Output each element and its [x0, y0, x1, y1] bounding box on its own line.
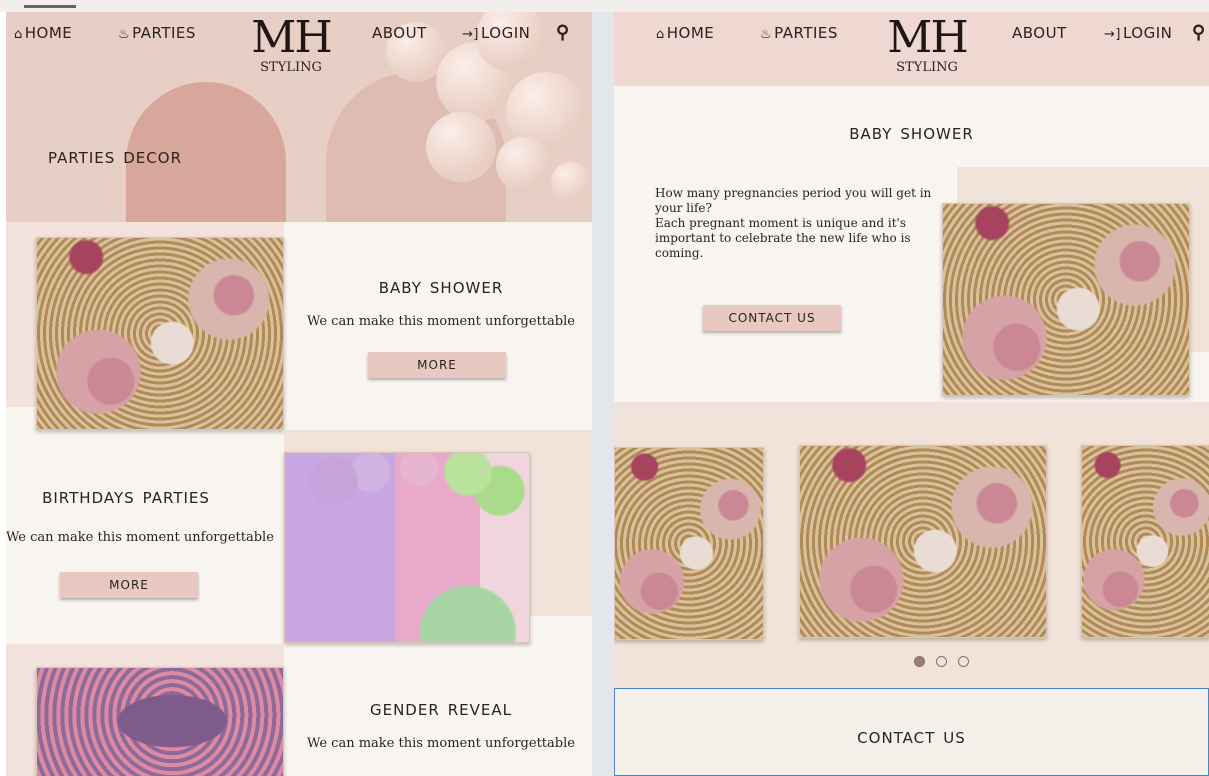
birthday-photo	[284, 452, 530, 643]
hero-title: PARTIES DECOR	[48, 144, 182, 169]
login-arrow-icon: →]	[462, 27, 479, 42]
gender-reveal-desc: We can make this moment unforgettable	[307, 736, 575, 751]
tab-indicator[interactable]	[24, 5, 76, 8]
left-page-view: PARTIES DECOR ⌂ HOME ♨ PARTIES MH STYLING …	[6, 12, 592, 776]
baby-shower-title: BABY SHOWER	[849, 120, 974, 145]
balloon	[426, 112, 496, 182]
gender-reveal-title: GENDER REVEAL	[369, 696, 513, 721]
cake-icon: ♨	[118, 27, 131, 42]
baby-shower-title: BABY SHOWER	[378, 274, 504, 299]
baby-shower-photo	[36, 237, 284, 430]
cake-icon: ♨	[760, 27, 773, 42]
carousel-slide[interactable]	[1081, 445, 1209, 638]
brand-logo[interactable]: MH STYLING	[236, 12, 346, 76]
search-icon[interactable]: ⚲	[1192, 22, 1205, 43]
logo-mark: MH	[251, 12, 332, 63]
house-icon: ⌂	[14, 27, 23, 42]
carousel-slide-active[interactable]	[799, 445, 1047, 638]
baby-shower-more-button[interactable]: MORE	[368, 352, 506, 378]
nav-home[interactable]: ⌂ HOME	[656, 24, 714, 42]
description-line: How many pregnancies period you will get…	[655, 186, 932, 215]
browser-top-strip	[0, 0, 1209, 12]
nav-about[interactable]: ABOUT	[1012, 24, 1067, 42]
right-page-view: ⌂ HOME ♨ PARTIES MH STYLING ABOUT →] LOGIN …	[614, 12, 1209, 776]
carousel-dot[interactable]	[936, 656, 947, 667]
carousel-slide[interactable]	[614, 447, 764, 640]
main-nav: ⌂ HOME ♨ PARTIES MH STYLING ABOUT →] LOGIN …	[614, 12, 1209, 84]
carousel-dot[interactable]	[958, 656, 969, 667]
panel-divider	[592, 12, 614, 776]
nav-parties[interactable]: ♨ PARTIES	[118, 24, 196, 42]
nav-login[interactable]: →] LOGIN	[1104, 24, 1172, 42]
birthdays-desc: We can make this moment unforgettable	[6, 530, 274, 545]
nav-about[interactable]: ABOUT	[372, 24, 427, 42]
nav-parties[interactable]: ♨ PARTIES	[760, 24, 838, 42]
baby-shower-desc: We can make this moment unforgettable	[307, 314, 575, 329]
gender-reveal-photo	[36, 667, 284, 776]
logo-mark: MH	[887, 12, 968, 63]
nav-login[interactable]: →] LOGIN	[462, 24, 530, 42]
contact-title: CONTACT US	[857, 724, 966, 749]
baby-shower-description: How many pregnancies period you will get…	[655, 186, 945, 261]
birthdays-title: BIRTHDAYS PARTIES	[42, 484, 210, 509]
balloon	[551, 162, 591, 202]
birthdays-more-button[interactable]: MORE	[60, 572, 198, 598]
main-nav: ⌂ HOME ♨ PARTIES MH STYLING ABOUT →] LOGIN …	[6, 12, 592, 84]
image-carousel[interactable]	[614, 402, 1209, 688]
nav-home[interactable]: ⌂ HOME	[14, 24, 72, 42]
description-line: Each pregnant moment is unique and it's …	[655, 216, 911, 260]
balloon	[496, 137, 551, 192]
brand-logo[interactable]: MH STYLING	[872, 12, 982, 76]
search-icon[interactable]: ⚲	[556, 22, 569, 43]
login-arrow-icon: →]	[1104, 27, 1121, 42]
baby-shower-photo	[942, 203, 1190, 396]
carousel-dot-active[interactable]	[914, 656, 925, 667]
contact-us-button[interactable]: CONTACT US	[703, 305, 841, 331]
house-icon: ⌂	[656, 27, 665, 42]
